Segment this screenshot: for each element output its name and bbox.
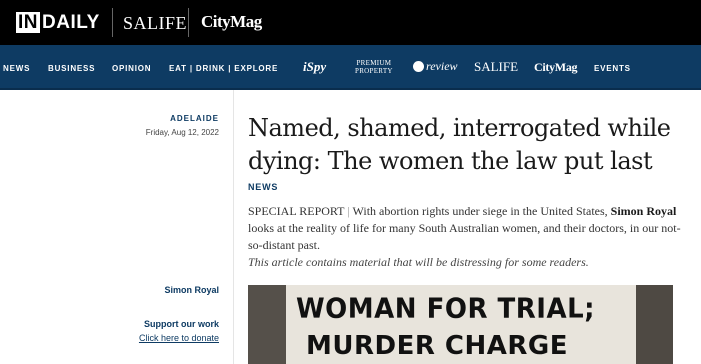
intro-text-1: With abortion rights under siege in the …: [352, 204, 608, 218]
brand-divider: [188, 8, 189, 37]
nav-item-eat-drink-explore[interactable]: EAT | DRINK | EXPLORE: [169, 45, 278, 90]
salife-logo[interactable]: SALIFE: [123, 13, 187, 34]
indaily-logo[interactable]: IN DAILY: [16, 12, 100, 33]
article-headline: Named, shamed, interrogated while dying:…: [248, 114, 671, 175]
hero-shadow-left: [248, 285, 286, 364]
article-location[interactable]: ADELAIDE: [170, 114, 219, 123]
article-meta-column: ADELAIDE Friday, Aug 12, 2022 Simon Roya…: [0, 90, 234, 364]
support-heading: Support our work: [144, 319, 219, 329]
nav-item-business[interactable]: BUSINESS: [48, 45, 95, 90]
nav-item-opinion[interactable]: OPINION: [112, 45, 151, 90]
nav-item-ispy[interactable]: iSpy: [303, 59, 326, 75]
hero-image: WOMAN FOR TRIAL; MURDER CHARGE: [248, 285, 673, 364]
article-intro: SPECIAL REPORT | With abortion rights un…: [248, 203, 688, 254]
article-date: Friday, Aug 12, 2022: [145, 128, 219, 137]
nav-item-events[interactable]: EVENTS: [594, 45, 631, 90]
donate-link[interactable]: Click here to donate: [139, 333, 219, 343]
intro-author: Simon Royal: [610, 204, 677, 218]
author-link[interactable]: Simon Royal: [164, 285, 219, 295]
indaily-logo-in: IN: [16, 12, 40, 33]
premium-line1: PREMIUM: [356, 59, 392, 67]
hero-headline-line1: WOMAN FOR TRIAL;: [296, 293, 596, 325]
nav-item-review[interactable]: review: [413, 59, 458, 74]
hero-shadow-right: [636, 285, 673, 364]
premium-line2: PROPERTY: [355, 67, 393, 75]
review-label: review: [426, 59, 458, 73]
article-section-tag[interactable]: NEWS: [248, 182, 278, 192]
intro-text-2: looks at the reality of life for many So…: [248, 221, 681, 252]
brand-divider: [112, 8, 113, 37]
citymag-logo[interactable]: CityMag: [201, 12, 262, 32]
intro-pipe: |: [347, 204, 350, 218]
indaily-logo-daily: DAILY: [42, 11, 100, 33]
content-warning: This article contains material that will…: [248, 255, 589, 269]
nav-item-citymag[interactable]: CityMag: [534, 60, 578, 75]
nav-item-salife[interactable]: SALIFE: [474, 59, 518, 75]
top-brand-bar: IN DAILY SALIFE CityMag: [0, 0, 701, 45]
hero-headline-line2: MURDER CHARGE: [306, 331, 569, 361]
main-nav: NEWS BUSINESS OPINION EAT | DRINK | EXPL…: [0, 45, 701, 90]
intro-label: SPECIAL REPORT: [248, 204, 345, 218]
nav-item-premium-property[interactable]: PREMIUM PROPERTY: [355, 59, 393, 75]
nav-item-news[interactable]: NEWS: [3, 45, 30, 90]
review-logo-icon: [413, 61, 424, 72]
